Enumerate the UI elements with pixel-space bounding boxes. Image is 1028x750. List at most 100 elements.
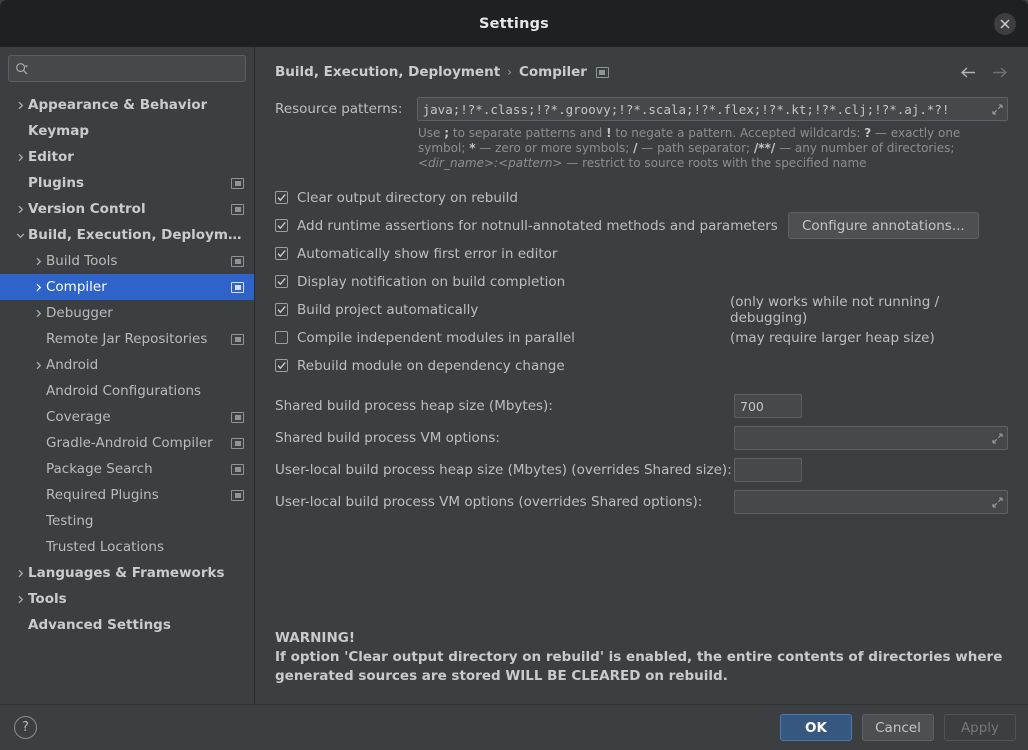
resource-patterns-input[interactable]: !?*.java;!?*.class;!?*.groovy;!?*.scala;… xyxy=(416,97,1008,121)
project-scope-icon xyxy=(231,255,244,267)
checkbox-build-project-automatically[interactable] xyxy=(275,303,288,316)
sidebar-item-label: Required Plugins xyxy=(46,487,159,503)
sidebar-item-label: Appearance & Behavior xyxy=(28,97,208,113)
chevron-right-icon[interactable] xyxy=(30,309,46,318)
option-note: (may require larger heap size) xyxy=(730,329,935,346)
checkbox-label: Build project automatically xyxy=(297,301,479,318)
input-shared-build-process-heap-size-mbytes[interactable]: 700 xyxy=(734,394,802,418)
sidebar-item-label: Android Configurations xyxy=(46,383,202,399)
option-row: Compile independent modules in parallel (… xyxy=(275,324,1008,351)
form-label: Shared build process heap size (Mbytes): xyxy=(275,398,553,414)
sidebar-item-build-execution-deployment[interactable]: Build, Execution, Deployment xyxy=(0,222,254,248)
checkbox-display-notification-on-build-completion[interactable] xyxy=(275,275,288,288)
option-row: Display notification on build completion xyxy=(275,268,1008,295)
sidebar-item-label: Trusted Locations xyxy=(46,539,164,555)
hint-part: /**/ xyxy=(753,141,776,155)
checkbox-compile-independent-modules-in-parallel[interactable] xyxy=(275,331,288,344)
sidebar-item-languages-frameworks[interactable]: Languages & Frameworks xyxy=(0,560,254,586)
history-nav xyxy=(960,66,1008,79)
checkbox-clear-output-directory-on-rebuild[interactable] xyxy=(275,191,288,204)
sidebar-item-label: Build, Execution, Deployment xyxy=(28,227,244,243)
sidebar-item-label: Editor xyxy=(28,149,74,165)
chevron-right-icon[interactable] xyxy=(30,257,46,266)
sidebar-item-android-configurations[interactable]: Android Configurations xyxy=(0,378,254,404)
option-row: Clear output directory on rebuild xyxy=(275,184,1008,211)
ok-button[interactable]: OK xyxy=(780,714,852,741)
sidebar-item-build-tools[interactable]: Build Tools xyxy=(0,248,254,274)
input-shared-build-process-vm-options[interactable] xyxy=(734,426,1008,450)
chevron-right-icon[interactable] xyxy=(12,569,28,578)
sidebar-item-debugger[interactable]: Debugger xyxy=(0,300,254,326)
chevron-right-icon[interactable] xyxy=(12,205,28,214)
checkbox-rebuild-module-on-dependency-change[interactable] xyxy=(275,359,288,372)
option-row: Automatically show first error in editor xyxy=(275,240,1008,267)
chevron-right-icon[interactable] xyxy=(12,153,28,162)
input-user-local-build-process-vm-options-overrides-shared-options[interactable] xyxy=(734,490,1008,514)
sidebar-item-required-plugins[interactable]: Required Plugins xyxy=(0,482,254,508)
sidebar-item-tools[interactable]: Tools xyxy=(0,586,254,612)
sidebar-item-remote-jar-repositories[interactable]: Remote Jar Repositories xyxy=(0,326,254,352)
warning-line-2: If option 'Clear output directory on reb… xyxy=(275,649,1003,665)
sidebar-item-keymap[interactable]: Keymap xyxy=(0,118,254,144)
search-input[interactable] xyxy=(8,55,246,82)
sidebar-item-gradle-android-compiler[interactable]: Gradle-Android Compiler xyxy=(0,430,254,456)
compiler-options-list: Clear output directory on rebuild Add run… xyxy=(275,184,1008,380)
sidebar-item-appearance-behavior[interactable]: Appearance & Behavior xyxy=(0,92,254,118)
breadcrumb-current: Compiler xyxy=(518,64,587,80)
hint-part: — path separator; xyxy=(637,141,754,155)
input-user-local-build-process-heap-size-mbytes-overrides-shared-size[interactable] xyxy=(734,458,802,482)
form-row: Shared build process VM options: xyxy=(275,423,1008,453)
checkbox-label: Clear output directory on rebuild xyxy=(297,189,518,206)
sidebar-item-android[interactable]: Android xyxy=(0,352,254,378)
close-icon[interactable] xyxy=(994,12,1016,35)
checkbox-automatically-show-first-error-in-editor[interactable] xyxy=(275,247,288,260)
hint-part: Use xyxy=(418,126,445,140)
sidebar-item-advanced-settings[interactable]: Advanced Settings xyxy=(0,612,254,638)
checkbox-label: Compile independent modules in parallel xyxy=(297,329,575,346)
chevron-down-icon[interactable] xyxy=(12,231,28,240)
checkbox-add-runtime-assertions-for-notnull-annotated-methods-and-parameters[interactable] xyxy=(275,219,288,232)
cancel-button[interactable]: Cancel xyxy=(862,714,934,741)
sidebar-item-editor[interactable]: Editor xyxy=(0,144,254,170)
form-row: User-local build process heap size (Mbyt… xyxy=(275,455,1008,485)
settings-content-panel: Build, Execution, Deployment › Compiler … xyxy=(255,47,1028,704)
build-process-fields: Shared build process heap size (Mbytes):… xyxy=(275,391,1008,519)
settings-dialog: Settings Appearance & Behavior Keymap Edit… xyxy=(0,0,1028,750)
form-row: Shared build process heap size (Mbytes):… xyxy=(275,391,1008,421)
chevron-right-icon[interactable] xyxy=(30,283,46,292)
hint-part: <dir_name>:<pattern> xyxy=(418,156,563,170)
breadcrumb-parent[interactable]: Build, Execution, Deployment xyxy=(275,64,500,80)
help-button[interactable]: ? xyxy=(14,716,37,739)
sidebar-item-trusted-locations[interactable]: Trusted Locations xyxy=(0,534,254,560)
project-scope-icon xyxy=(231,333,244,345)
sidebar-item-testing[interactable]: Testing xyxy=(0,508,254,534)
sidebar-item-label: Build Tools xyxy=(46,253,118,269)
breadcrumb: Build, Execution, Deployment › Compiler xyxy=(275,61,1008,83)
chevron-right-icon[interactable] xyxy=(30,361,46,370)
sidebar-item-coverage[interactable]: Coverage xyxy=(0,404,254,430)
expand-icon[interactable] xyxy=(992,496,1003,508)
checkbox-label: Display notification on build completion xyxy=(297,273,566,290)
expand-icon[interactable] xyxy=(992,432,1003,444)
sidebar-item-compiler[interactable]: Compiler xyxy=(0,274,254,300)
expand-icon[interactable] xyxy=(992,103,1003,115)
sidebar-item-plugins[interactable]: Plugins xyxy=(0,170,254,196)
project-scope-icon xyxy=(231,177,244,189)
sidebar-item-label: Keymap xyxy=(28,123,90,139)
resource-patterns-row: Resource patterns: !?*.java;!?*.class;!?… xyxy=(275,97,1008,121)
resource-patterns-hint: Use ; to separate patterns and ! to nega… xyxy=(418,126,1008,171)
hint-part: to negate a pattern. Accepted wildcards: xyxy=(611,126,865,140)
warning-line-3: generated sources are stored WILL BE CLE… xyxy=(275,668,728,684)
form-row: User-local build process VM options (ove… xyxy=(275,487,1008,517)
sidebar-item-version-control[interactable]: Version Control xyxy=(0,196,254,222)
sidebar-item-label: Languages & Frameworks xyxy=(28,565,225,581)
chevron-right-icon[interactable] xyxy=(12,595,28,604)
configure-annotations-button[interactable]: Configure annotations... xyxy=(788,212,979,239)
resource-patterns-value: !?*.java;!?*.class;!?*.groovy;!?*.scala;… xyxy=(422,101,950,117)
project-scope-icon xyxy=(231,437,244,449)
chevron-right-icon[interactable] xyxy=(12,101,28,110)
form-label: Shared build process VM options: xyxy=(275,430,500,446)
sidebar-item-label: Testing xyxy=(46,513,94,529)
settings-tree[interactable]: Appearance & Behavior Keymap Editor Plugins… xyxy=(0,88,254,704)
sidebar-item-package-search[interactable]: Package Search xyxy=(0,456,254,482)
